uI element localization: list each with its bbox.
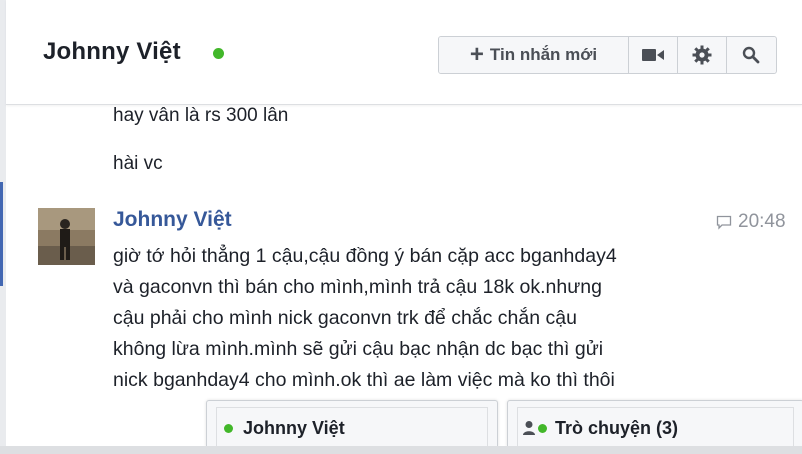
settings-button[interactable] [678, 37, 727, 73]
previous-message-line: hay vân là rs 300 lân [113, 105, 289, 126]
previous-message-line: hài vc [113, 153, 163, 174]
message-line: không lừa mình.mình sẽ gửi cậu bạc nhận … [113, 338, 604, 360]
online-status-dot [224, 423, 233, 433]
message-line: nick bganhday4 cho mình.ok thì ae làm vi… [113, 369, 615, 391]
header-toolbar: + Tin nhắn mới [438, 36, 777, 74]
message-line: cậu phải cho mình nick gaconvn trk để ch… [113, 307, 577, 329]
conversation-header: Johnny Việt + Tin nhắn mới [6, 0, 802, 105]
message-body: giờ tớ hỏi thẳng 1 cậu,cậu đồng ý bán cặ… [113, 241, 713, 396]
message-line: và gaconvn thì bán cho mình,mình trả cậu… [113, 276, 602, 298]
chat-tab-label: Johnny Việt [243, 417, 345, 438]
chat-tab-label: Trò chuyện (3) [555, 417, 679, 438]
person-icon [522, 420, 536, 436]
conversation-title[interactable]: Johnny Việt [43, 38, 181, 66]
chat-tab-conversations[interactable]: Trò chuyện (3) [507, 400, 802, 448]
plus-icon: + [469, 41, 484, 68]
bottom-bar [0, 446, 802, 454]
new-message-button[interactable]: + Tin nhắn mới [439, 37, 629, 73]
avatar-photo [38, 208, 95, 265]
video-camera-icon [642, 49, 664, 61]
time-text: 20:48 [738, 211, 786, 232]
search-icon [742, 46, 760, 64]
video-call-button[interactable] [629, 37, 678, 73]
online-status-dot [538, 423, 547, 433]
sender-avatar[interactable] [38, 208, 95, 265]
gear-icon [692, 45, 712, 65]
conversation-selected-marker [0, 182, 3, 286]
search-button[interactable] [727, 37, 775, 73]
message-timestamp: 20:48 [716, 211, 786, 233]
comment-icon [716, 215, 732, 230]
message-line: giờ tớ hỏi thẳng 1 cậu,cậu đồng ý bán cặ… [113, 245, 617, 267]
online-status-dot [213, 48, 224, 59]
sender-name[interactable]: Johnny Việt [113, 208, 232, 232]
new-message-label: Tin nhắn mới [489, 45, 598, 64]
chat-tab-johnny-viet[interactable]: Johnny Việt [206, 400, 498, 448]
